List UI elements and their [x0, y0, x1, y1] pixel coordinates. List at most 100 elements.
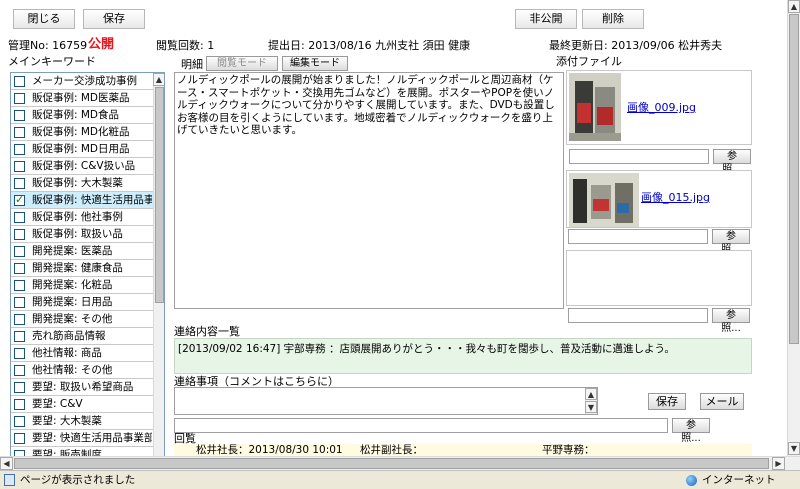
keyword-item[interactable]: 販促事例: 取扱い品	[11, 226, 153, 243]
browse-button-1[interactable]: 参照...	[713, 149, 751, 175]
keyword-item[interactable]: 販促事例: C&V扱い品	[11, 158, 153, 175]
keyword-checkbox[interactable]	[14, 365, 25, 376]
contact-log-entry: [2013/09/02 16:47] 宇部専務 ：店頭展開ありがとう・・・我々も…	[178, 343, 675, 355]
scroll-down-icon[interactable]: ▼	[788, 442, 800, 455]
scroll-up-icon[interactable]: ▲	[153, 73, 164, 86]
keyword-item[interactable]: 販促事例: 大木製薬	[11, 175, 153, 192]
delete-button[interactable]: 削除	[582, 9, 644, 29]
keyword-checkbox[interactable]	[14, 263, 25, 274]
status-text: ページが表示されました	[20, 474, 136, 486]
keyword-checkbox[interactable]	[14, 144, 25, 155]
keyword-item[interactable]: 要望: C&V	[11, 396, 153, 413]
keyword-item[interactable]: 販促事例: MD食品	[11, 107, 153, 124]
keyword-checkbox[interactable]	[14, 110, 25, 121]
scroll-up-icon[interactable]: ▲	[788, 0, 800, 13]
keyword-checkbox[interactable]	[14, 76, 25, 87]
keyword-checkbox[interactable]	[14, 433, 25, 444]
comment-scrollbar[interactable]: ▲ ▼	[585, 388, 597, 414]
attachments-title: 添付ファイル	[556, 55, 622, 68]
keyword-item[interactable]: 販促事例: MD化粧品	[11, 124, 153, 141]
horizontal-scroll-thumb[interactable]	[14, 458, 769, 469]
comment-textarea[interactable]: ▲ ▼	[174, 387, 598, 415]
view-mode-button[interactable]: 閲覧モード	[206, 56, 278, 71]
edit-mode-button[interactable]: 編集モード	[282, 56, 348, 71]
keyword-item[interactable]: 開発提案: 医薬品	[11, 243, 153, 260]
keyword-list-scrollbar[interactable]: ▲	[153, 73, 164, 459]
keyword-list[interactable]: メーカー交渉成功事例 販促事例: MD医薬品 販促事例: MD食品 販促事例: MD化…	[10, 72, 165, 460]
comment-attachment-field[interactable]	[174, 418, 668, 433]
keyword-item[interactable]: 他社情報: 商品	[11, 345, 153, 362]
keyword-label: 開発提案: その他	[32, 313, 113, 325]
keyword-checkbox[interactable]	[14, 161, 25, 172]
window-scrollbar[interactable]: ▲ ▼	[787, 0, 800, 456]
keyword-checkbox[interactable]	[14, 212, 25, 223]
keyword-label: 要望: C&V	[32, 398, 83, 410]
keyword-item[interactable]: 要望: 取扱い希望商品	[11, 379, 153, 396]
attachment-link-2[interactable]: 画像_015.jpg	[641, 189, 710, 205]
attachment-path-field-3[interactable]	[568, 308, 708, 323]
keyword-item[interactable]: メーカー交渉成功事例	[11, 73, 153, 90]
keyword-item[interactable]: 開発提案: 化粧品	[11, 277, 153, 294]
save-button[interactable]: 保存	[83, 9, 145, 29]
circulation-row: 松井社長：2013/08/30 10:01 松井副社長： 平野専務：	[174, 444, 752, 456]
keyword-checkbox[interactable]	[14, 399, 25, 410]
scroll-right-icon[interactable]: ▶	[772, 457, 785, 470]
keyword-checkbox[interactable]	[14, 246, 25, 257]
keyword-item[interactable]: 販促事例: MD日用品	[11, 141, 153, 158]
keyword-checkbox[interactable]	[14, 127, 25, 138]
keyword-item[interactable]: ✓ 販促事例: 快適生活用品事業部	[11, 192, 153, 209]
keyword-item[interactable]: 販促事例: 他社事例	[11, 209, 153, 226]
keyword-item[interactable]: 売れ筋商品情報	[11, 328, 153, 345]
comment-save-button[interactable]: 保存	[648, 393, 686, 410]
keyword-label: 販促事例: MD食品	[32, 109, 120, 121]
close-button[interactable]: 閉じる	[13, 9, 75, 29]
window-horizontal-scrollbar[interactable]: ◀ ▶	[0, 456, 800, 470]
keyword-label: メーカー交渉成功事例	[32, 75, 137, 87]
keyword-item[interactable]: 開発提案: その他	[11, 311, 153, 328]
keyword-list-title: メインキーワード	[8, 55, 96, 68]
keyword-checkbox[interactable]	[14, 229, 25, 240]
scroll-up-icon[interactable]: ▲	[585, 388, 597, 400]
keyword-item[interactable]: 他社情報: その他	[11, 362, 153, 379]
attachment-thumbnail-1[interactable]	[569, 73, 621, 141]
attachment-path-field-1[interactable]	[569, 149, 709, 164]
keyword-checkbox[interactable]	[14, 280, 25, 291]
detail-label: 明細	[181, 58, 203, 71]
keyword-checkbox[interactable]	[14, 178, 25, 189]
keyword-item[interactable]: 販促事例: MD医薬品	[11, 90, 153, 107]
keyword-item[interactable]: 要望: 大木製薬	[11, 413, 153, 430]
keyword-checkbox[interactable]	[14, 416, 25, 427]
private-button[interactable]: 非公開	[515, 9, 577, 29]
attachment-thumbnail-2[interactable]	[569, 173, 639, 227]
keyword-checkbox[interactable]	[14, 297, 25, 308]
keyword-label: 販促事例: MD医薬品	[32, 92, 130, 104]
keyword-item[interactable]: 開発提案: 健康食品	[11, 260, 153, 277]
comment-browse-button[interactable]: 参照...	[672, 418, 710, 444]
attachment-link-1[interactable]: 画像_009.jpg	[627, 99, 696, 115]
keyword-label: 販促事例: MD日用品	[32, 143, 130, 155]
browse-button-2[interactable]: 参照...	[712, 229, 750, 255]
keyword-checkbox[interactable]	[14, 382, 25, 393]
detail-body-textarea[interactable]: ノルディックポールの展開が始まりました！ノルディックポールと周辺商材（ケース・ス…	[174, 72, 564, 309]
scroll-left-icon[interactable]: ◀	[0, 457, 13, 470]
keyword-checkbox[interactable]: ✓	[14, 193, 25, 206]
keyword-checkbox[interactable]	[14, 331, 25, 342]
keyword-item[interactable]: 要望: 快適生活用品事業部	[11, 430, 153, 447]
status-bar: ページが表示されました インターネット	[0, 470, 800, 489]
scroll-thumb[interactable]	[155, 87, 164, 303]
view-count: 閲覧回数: 1	[156, 39, 215, 52]
browse-button-3[interactable]: 参照...	[712, 308, 750, 334]
keyword-checkbox[interactable]	[14, 314, 25, 325]
management-number: 管理No: 16759	[8, 39, 88, 52]
keyword-item[interactable]: 開発提案: 日用品	[11, 294, 153, 311]
keyword-label: 販促事例: MD化粧品	[32, 126, 130, 138]
keyword-label: 販促事例: C&V扱い品	[32, 160, 136, 172]
scroll-down-icon[interactable]: ▼	[585, 401, 597, 413]
mail-button[interactable]: メール	[700, 393, 744, 410]
keyword-checkbox[interactable]	[14, 93, 25, 104]
attachment-path-field-2[interactable]	[568, 229, 708, 244]
circulation-director: 平野専務：	[542, 444, 595, 456]
window-scroll-thumb[interactable]	[789, 14, 799, 344]
keyword-label: 販促事例: 取扱い品	[32, 228, 123, 240]
keyword-checkbox[interactable]	[14, 348, 25, 359]
